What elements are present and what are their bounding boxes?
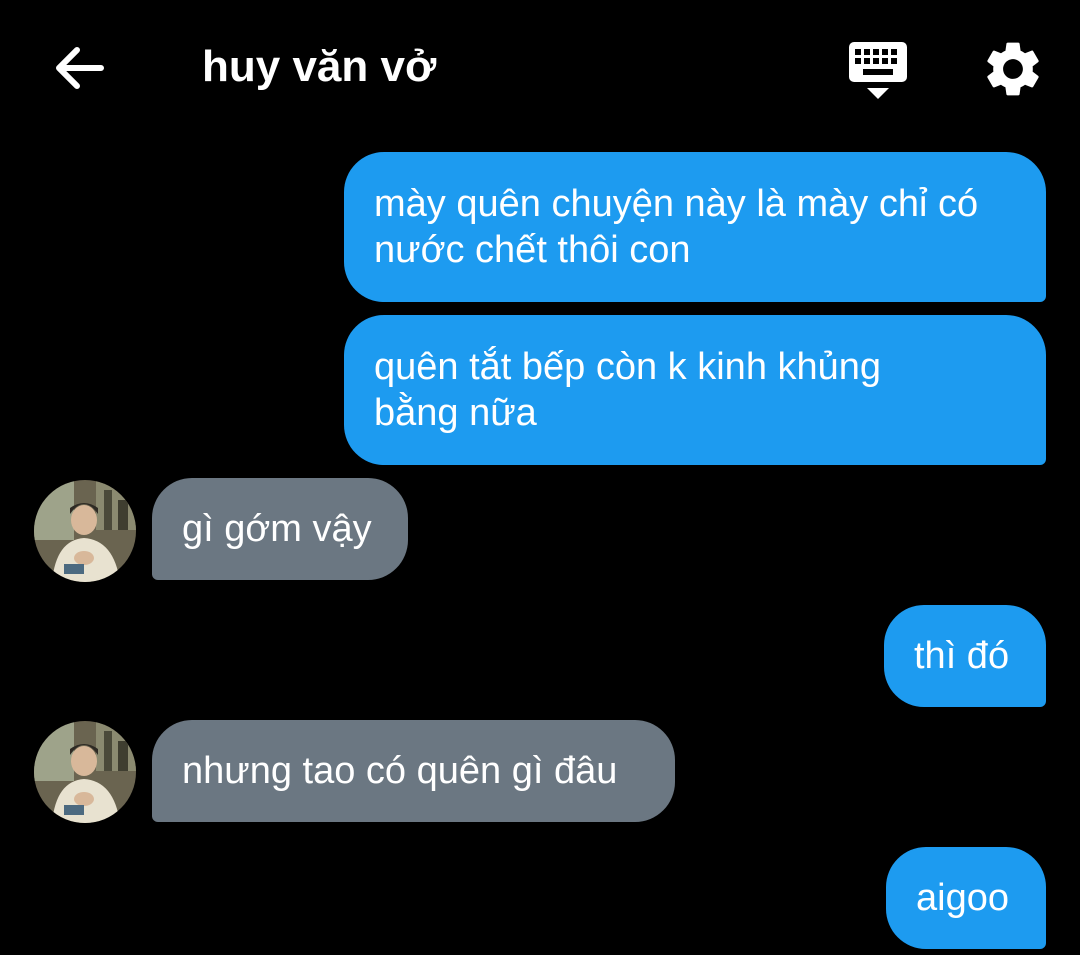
message-line: bằng nữa (374, 392, 537, 434)
message-text: gì gớm vậy (182, 508, 372, 550)
gear-icon (987, 42, 1039, 96)
settings-button[interactable] (980, 36, 1046, 102)
avatar-photo (34, 721, 136, 823)
keyboard-hide-icon (849, 42, 907, 99)
message-line: mày quên chuyện này là mày chỉ có (374, 183, 979, 225)
message-bubble-sent[interactable]: quên tắt bếp còn k kinh khủng bằng nữa (344, 315, 1046, 465)
message-bubble-sent[interactable]: aigoo (886, 847, 1046, 949)
message-bubble-sent[interactable]: thì đó (884, 605, 1046, 707)
message-text: nhưng tao có quên gì đâu (182, 750, 618, 792)
message-bubble-sent[interactable]: mày quên chuyện này là mày chỉ có nước c… (344, 152, 1046, 302)
message-text: aigoo (916, 877, 1009, 919)
message-line: quên tắt bếp còn k kinh khủng (374, 346, 882, 388)
chat-screen: huy văn vở mày quên chuyện này là mày ch… (0, 0, 1080, 955)
arrow-left-icon (56, 47, 104, 89)
conversation-title[interactable]: huy văn vở (202, 40, 436, 94)
message-bubble-received[interactable]: gì gớm vậy (152, 478, 408, 580)
message-text: quên tắt bếp còn k kinh khủng bằng nữa (374, 344, 881, 436)
back-button[interactable] (48, 40, 110, 96)
chat-header: huy văn vở (0, 0, 1080, 130)
message-text: thì đó (914, 635, 1010, 677)
contact-avatar[interactable] (34, 721, 136, 823)
keyboard-button[interactable] (843, 36, 913, 106)
avatar-photo (34, 480, 136, 582)
message-bubble-received[interactable]: nhưng tao có quên gì đâu (152, 720, 675, 822)
contact-avatar[interactable] (34, 480, 136, 582)
message-text: mày quên chuyện này là mày chỉ có nước c… (374, 181, 978, 273)
message-line: nước chết thôi con (374, 229, 691, 271)
